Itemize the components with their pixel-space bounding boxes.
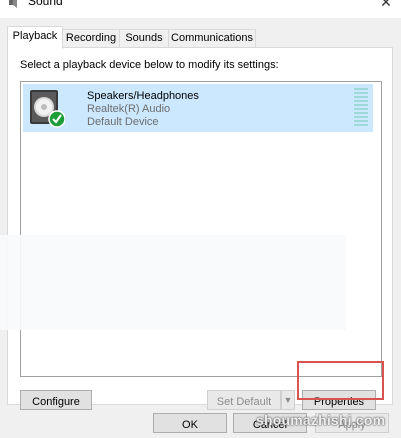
ok-button[interactable]: OK — [153, 413, 227, 433]
tab-playback[interactable]: Playback — [7, 26, 63, 49]
chevron-down-icon[interactable]: ▼ — [281, 390, 295, 410]
close-button[interactable]: ✕ — [371, 0, 401, 14]
tab-communications[interactable]: Communications — [168, 29, 256, 47]
playback-page: Select a playback device below to modify… — [7, 47, 393, 410]
tab-sounds[interactable]: Sounds — [119, 29, 169, 47]
window-title: Sound — [28, 0, 63, 8]
sound-dialog: Sound ✕ Playback Recording Sounds Commun… — [0, 0, 401, 438]
tab-recording[interactable]: Recording — [62, 29, 120, 47]
device-driver: Realtek(R) Audio — [87, 103, 171, 115]
title-bar: Sound ✕ — [0, 0, 401, 18]
device-name: Speakers/Headphones — [87, 90, 199, 102]
volume-level-meter — [354, 88, 368, 128]
speaker-icon — [30, 90, 65, 128]
configure-button[interactable]: Configure — [20, 390, 92, 410]
watermark: shoumazhishi.com — [256, 412, 386, 428]
speaker-title-icon — [9, 0, 17, 8]
set-default-button[interactable]: Set Default — [207, 390, 281, 410]
device-status: Default Device — [87, 116, 159, 128]
device-list[interactable]: Speakers/Headphones Realtek(R) Audio Def… — [20, 81, 382, 377]
properties-highlight — [297, 361, 384, 400]
blurred-region — [0, 235, 346, 330]
instruction-text: Select a playback device below to modify… — [20, 59, 279, 71]
green-check-icon — [48, 110, 65, 128]
device-row-speakers[interactable]: Speakers/Headphones Realtek(R) Audio Def… — [23, 84, 373, 132]
